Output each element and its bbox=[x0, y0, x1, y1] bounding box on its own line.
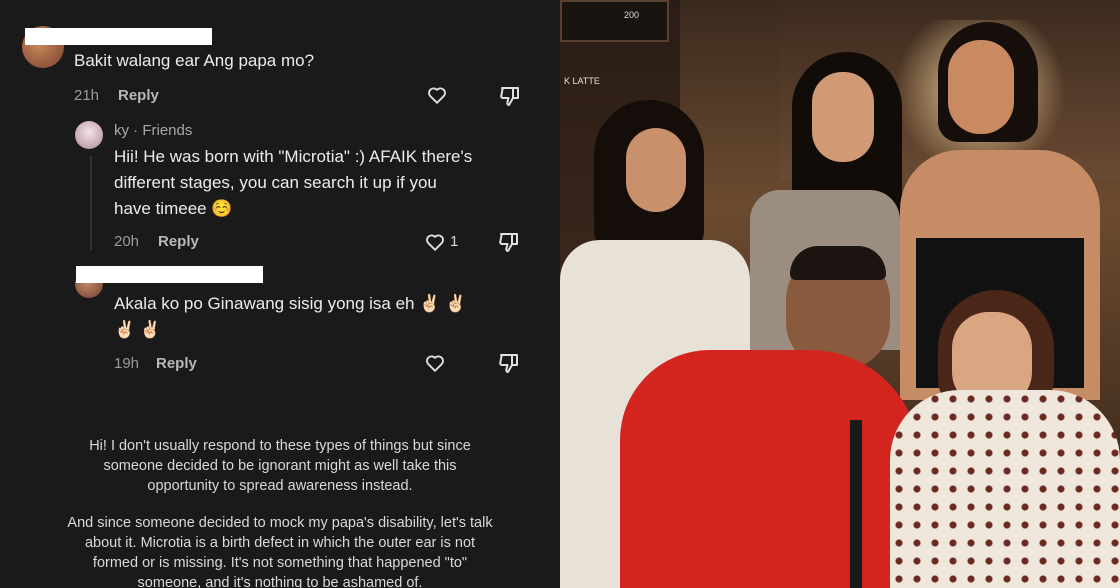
commenter-avatar[interactable] bbox=[75, 121, 103, 149]
comment-text: Hii! He was born with "Microtia" :) AFAI… bbox=[114, 147, 473, 218]
comment-author[interactable]: ky · Friends bbox=[114, 122, 192, 139]
father-strap bbox=[850, 420, 862, 588]
menu-sign: 200 bbox=[560, 0, 669, 42]
mother-blouse bbox=[890, 390, 1120, 588]
father-shirt bbox=[620, 350, 920, 588]
statement-paragraph-2: And since someone decided to mock my pap… bbox=[67, 515, 493, 588]
comment-time: 19h bbox=[114, 355, 140, 372]
comment-text: Bakit walang ear Ang papa mo? bbox=[74, 51, 315, 70]
heart-icon[interactable] bbox=[424, 231, 446, 253]
thumbs-down-icon[interactable] bbox=[497, 230, 521, 254]
comment-time: 20h bbox=[114, 233, 140, 250]
person-left-face bbox=[626, 128, 686, 212]
statement-paragraph-1: Hi! I don't usually respond to these typ… bbox=[89, 438, 471, 494]
person-right-face bbox=[948, 40, 1014, 134]
thumbs-down-icon[interactable] bbox=[498, 84, 522, 108]
family-photo: 200 K LATTE bbox=[560, 0, 1120, 588]
comment-time: 21h bbox=[74, 87, 100, 104]
person-middle-face bbox=[812, 72, 874, 162]
comment-panel: Bakit walang ear Ang papa mo? 21h Reply … bbox=[0, 0, 560, 588]
thread-line bbox=[90, 156, 92, 250]
heart-icon[interactable] bbox=[424, 352, 446, 374]
wall-sign: K LATTE bbox=[564, 76, 600, 86]
comment-text: Akala ko po Ginawang sisig yong isa eh ✌… bbox=[114, 294, 467, 339]
reply-button[interactable]: Reply bbox=[158, 233, 199, 250]
heart-icon[interactable] bbox=[426, 84, 448, 106]
father-hair bbox=[790, 246, 886, 280]
reply-button[interactable]: Reply bbox=[156, 355, 197, 372]
redacted-username bbox=[76, 266, 263, 283]
thumbs-down-icon[interactable] bbox=[497, 351, 521, 375]
like-count: 1 bbox=[450, 233, 459, 250]
redacted-username bbox=[25, 28, 212, 45]
reply-button[interactable]: Reply bbox=[118, 87, 159, 104]
